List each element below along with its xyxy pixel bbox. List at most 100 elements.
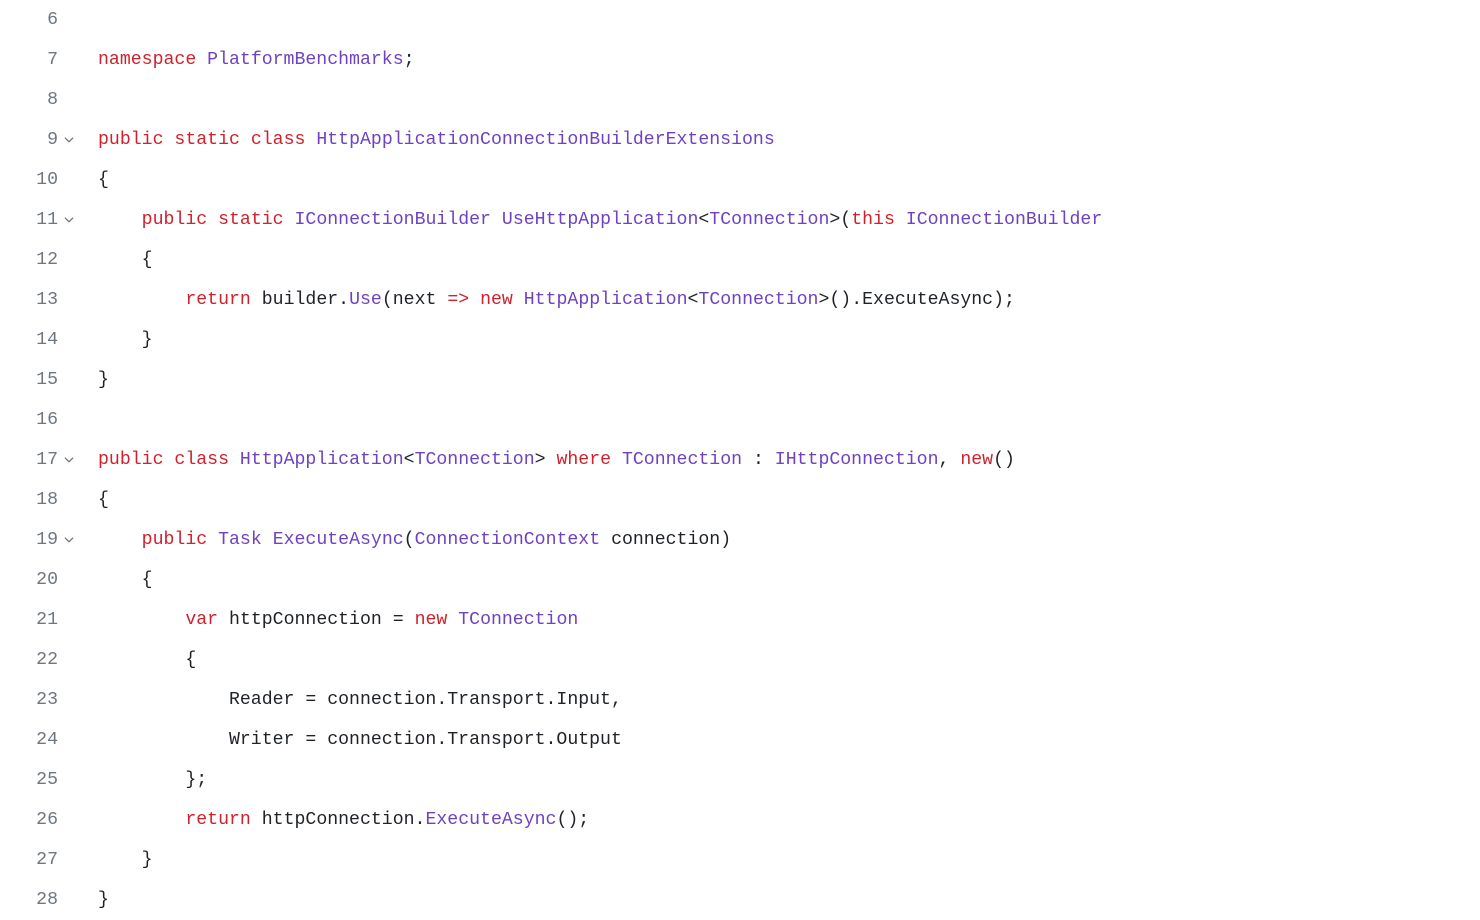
line-number[interactable]: 20 [0,560,80,600]
code-content[interactable]: return builder.Use(next => new HttpAppli… [80,280,1480,320]
line-number[interactable]: 16 [0,400,80,440]
code-line: 14 } [0,320,1480,360]
token [513,290,524,310]
token: ( [382,290,393,310]
token: >( [829,210,851,230]
token [436,290,447,310]
code-line: 12 { [0,240,1480,280]
code-line: 27 } [0,840,1480,880]
token: < [687,290,698,310]
code-content[interactable]: public static IConnectionBuilder UseHttp… [80,200,1480,240]
line-number[interactable]: 9 [0,120,80,160]
code-content[interactable]: public class HttpApplication<TConnection… [80,440,1480,480]
code-content[interactable]: { [80,240,1480,280]
code-line: 13 return builder.Use(next => new HttpAp… [0,280,1480,320]
token: > [535,450,557,470]
token: public [142,530,208,550]
line-number[interactable]: 25 [0,760,80,800]
code-content[interactable] [80,0,1480,40]
code-content[interactable]: Writer = connection.Transport.Output [80,720,1480,760]
line-number[interactable]: 18 [0,480,80,520]
line-number[interactable]: 17 [0,440,80,480]
code-content[interactable]: } [80,360,1480,400]
code-content[interactable]: public Task ExecuteAsync(ConnectionConte… [80,520,1480,560]
token: (); [556,810,589,830]
line-number[interactable]: 6 [0,0,80,40]
code-content[interactable]: Reader = connection.Transport.Input, [80,680,1480,720]
token [305,130,316,150]
line-number[interactable]: 21 [0,600,80,640]
token: HttpApplicationConnectionBuilderExtensio… [316,130,774,150]
code-content[interactable]: }; [80,760,1480,800]
token: HttpApplication [524,290,688,310]
code-content[interactable] [80,80,1480,120]
token: httpConnection. [251,810,426,830]
token [164,130,175,150]
token: UseHttpApplication [502,210,698,230]
code-content[interactable]: return httpConnection.ExecuteAsync(); [80,800,1480,840]
line-number[interactable]: 13 [0,280,80,320]
token: connection [611,530,720,550]
line-number[interactable]: 11 [0,200,80,240]
code-line: 18{ [0,480,1480,520]
token [447,610,458,630]
line-number[interactable]: 7 [0,40,80,80]
token [207,210,218,230]
fold-toggle-icon[interactable] [62,213,76,227]
code-content[interactable]: { [80,480,1480,520]
code-content[interactable]: } [80,840,1480,880]
line-number[interactable]: 27 [0,840,80,880]
token [98,210,142,230]
fold-toggle-icon[interactable] [62,133,76,147]
line-number[interactable]: 14 [0,320,80,360]
token [469,290,480,310]
code-content[interactable]: var httpConnection = new TConnection [80,600,1480,640]
line-number[interactable]: 26 [0,800,80,840]
line-number[interactable]: 8 [0,80,80,120]
code-line: 21 var httpConnection = new TConnection [0,600,1480,640]
line-number[interactable]: 23 [0,680,80,720]
token [207,530,218,550]
code-content[interactable]: public static class HttpApplicationConne… [80,120,1480,160]
token: static [174,130,240,150]
token: ( [404,530,415,550]
line-number[interactable]: 10 [0,160,80,200]
code-line: 24 Writer = connection.Transport.Output [0,720,1480,760]
code-line: 6 [0,0,1480,40]
code-content[interactable]: } [80,320,1480,360]
token: this [851,210,895,230]
token: ExecuteAsync [425,810,556,830]
fold-toggle-icon[interactable] [62,453,76,467]
token: TConnection [415,450,535,470]
code-line: 7namespace PlatformBenchmarks; [0,40,1480,80]
code-line: 20 { [0,560,1480,600]
token: = [382,610,415,630]
token [229,450,240,470]
token: >().ExecuteAsync); [818,290,1014,310]
code-content[interactable]: } [80,880,1480,920]
token: }; [98,770,207,790]
line-number[interactable]: 15 [0,360,80,400]
line-number[interactable]: 12 [0,240,80,280]
token: Use [349,290,382,310]
token [491,210,502,230]
token: } [98,890,109,910]
line-number[interactable]: 24 [0,720,80,760]
line-number[interactable]: 28 [0,880,80,920]
line-number[interactable]: 22 [0,640,80,680]
code-content[interactable]: namespace PlatformBenchmarks; [80,40,1480,80]
fold-toggle-icon[interactable] [62,533,76,547]
code-content[interactable] [80,400,1480,440]
token: TConnection [709,210,829,230]
code-content[interactable]: { [80,160,1480,200]
code-line: 16 [0,400,1480,440]
line-number[interactable]: 19 [0,520,80,560]
code-content[interactable]: { [80,640,1480,680]
code-content[interactable]: { [80,560,1480,600]
token: return [185,810,251,830]
code-line: 17public class HttpApplication<TConnecti… [0,440,1480,480]
token [240,130,251,150]
token: < [404,450,415,470]
token: class [251,130,306,150]
token: new [960,450,993,470]
